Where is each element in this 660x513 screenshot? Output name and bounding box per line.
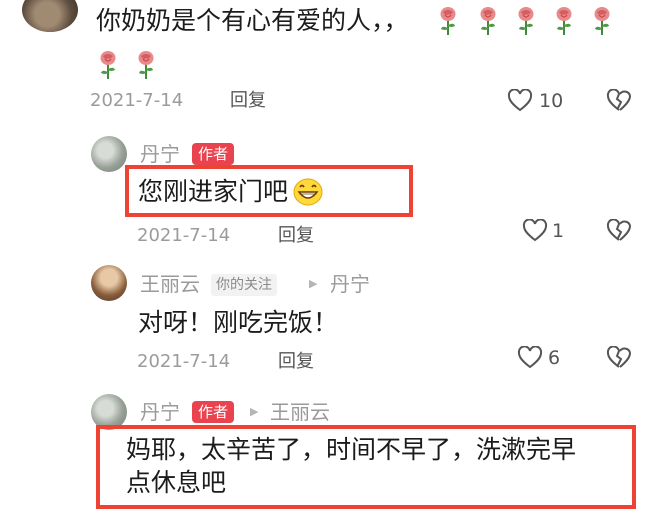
reply-button[interactable]: 回复 <box>230 89 266 113</box>
commenter-avatar[interactable] <box>22 0 78 32</box>
reply-to-username[interactable]: 王丽云 <box>270 399 330 425</box>
reply-date: 2021-7-14 <box>137 351 231 372</box>
heart-outline-icon <box>517 346 543 370</box>
rose-emoji <box>553 6 575 35</box>
broken-heart-icon <box>606 89 632 113</box>
triangle-right-icon: ▶ <box>309 277 318 290</box>
user-avatar[interactable] <box>91 265 127 301</box>
reply-text-line2: 点休息吧 <box>126 468 227 497</box>
rose-emoji <box>97 50 119 79</box>
author-badge: 作者 <box>192 143 235 165</box>
reply-username[interactable]: 丹宁 <box>140 399 180 425</box>
author-badge: 作者 <box>192 401 235 423</box>
comment-date: 2021-7-14 <box>90 90 184 111</box>
heart-outline-icon <box>522 219 548 243</box>
reply-button[interactable]: 回复 <box>278 224 314 248</box>
reply-text: 对呀！刚吃完饭！ <box>138 308 339 337</box>
rose-emoji <box>591 6 613 35</box>
reply-to-username[interactable]: 丹宁 <box>330 271 370 297</box>
heart-outline-icon <box>507 89 533 113</box>
reply-text: 您刚进家门吧 <box>138 177 289 206</box>
author-avatar[interactable] <box>91 136 127 172</box>
reply-date: 2021-7-14 <box>137 225 231 246</box>
broken-heart-icon <box>606 346 632 370</box>
like-count: 10 <box>539 90 564 112</box>
reply-button[interactable]: 回复 <box>278 350 314 374</box>
broken-heart-icon <box>606 219 632 243</box>
rose-emoji <box>135 50 157 79</box>
triangle-right-icon: ▶ <box>250 405 259 418</box>
reply-text-line1: 妈耶，太辛苦了，时间不早了，洗漱完早 <box>126 435 577 464</box>
like-count: 6 <box>548 347 561 369</box>
reply-username[interactable]: 丹宁 <box>140 141 180 167</box>
dislike-button[interactable] <box>606 89 632 113</box>
rose-emoji <box>437 6 459 35</box>
grin-emoji <box>292 177 324 207</box>
rose-emoji <box>515 6 537 35</box>
following-tag: 你的关注 <box>211 274 277 296</box>
like-count: 1 <box>552 220 565 242</box>
rose-emoji <box>477 6 499 35</box>
reply-username[interactable]: 王丽云 <box>140 271 200 297</box>
dislike-button[interactable] <box>606 346 632 370</box>
dislike-button[interactable] <box>606 219 632 243</box>
comment-text: 你奶奶是个有心有爱的人，， <box>96 6 409 35</box>
